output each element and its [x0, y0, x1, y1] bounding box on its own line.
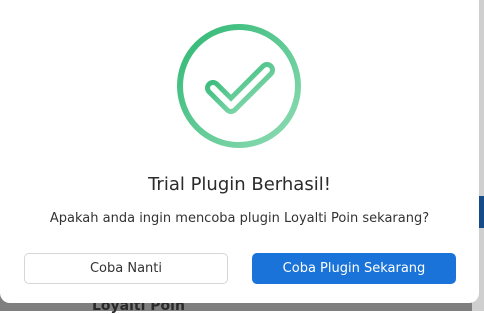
dialog-message: Apakah anda ingin mencoba plugin Loyalti…: [49, 211, 430, 226]
try-later-button[interactable]: Coba Nanti: [24, 253, 228, 284]
dialog-title: Trial Plugin Berhasil!: [148, 174, 331, 195]
trial-success-dialog: Trial Plugin Berhasil! Apakah anda ingin…: [0, 0, 479, 303]
try-plugin-now-button[interactable]: Coba Plugin Sekarang: [252, 253, 456, 284]
check-circle-icon: [175, 22, 303, 150]
